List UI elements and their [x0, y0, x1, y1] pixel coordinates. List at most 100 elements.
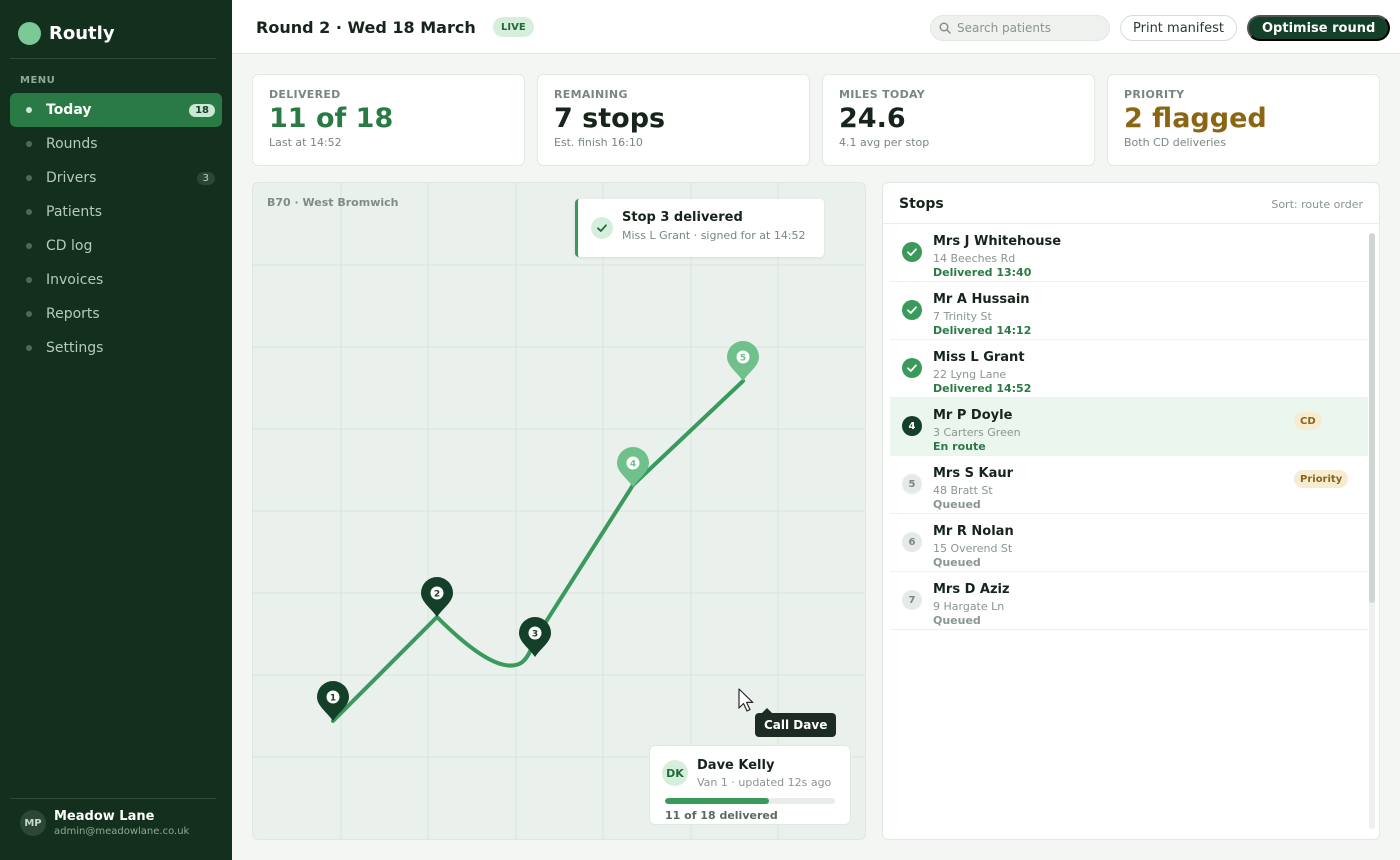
- stop-number: 5: [902, 474, 922, 494]
- stat-label: DELIVERED: [269, 88, 341, 101]
- scrollbar-thumb[interactable]: [1369, 233, 1375, 603]
- bullet-icon: [26, 209, 32, 215]
- map-pin-label: 3: [532, 630, 538, 640]
- sidebar-divider: [10, 798, 216, 799]
- stop-name: Mrs J Whitehouse: [933, 234, 1062, 249]
- map-canvas: 1 2 3 4 5: [253, 183, 865, 839]
- sort-control[interactable]: Sort: route order: [1271, 198, 1363, 211]
- brand[interactable]: Routly: [18, 22, 115, 45]
- sidebar-item-reports[interactable]: Reports: [10, 297, 222, 331]
- driver-name: Dave Kelly: [697, 758, 775, 773]
- stat-subtext: Est. finish 16:10: [554, 136, 643, 149]
- stop-name: Mr R Nolan: [933, 524, 1014, 539]
- delivery-progress-fill: [665, 798, 769, 804]
- map-pin-3: 3: [519, 617, 551, 657]
- menu-label: MENU: [20, 75, 56, 86]
- sidebar-item-drivers[interactable]: Drivers 3: [10, 161, 222, 195]
- stat-value: 11 of 18: [269, 103, 394, 134]
- stop-status: En route: [933, 440, 986, 453]
- stops-title: Stops: [899, 196, 944, 212]
- cd-tag: CD: [1294, 412, 1322, 430]
- brand-name: Routly: [49, 23, 115, 44]
- stop-status: Delivered 14:12: [933, 324, 1032, 337]
- stop-list: Mrs J Whitehouse 14 Beeches Rd Delivered…: [890, 224, 1368, 630]
- user-profile[interactable]: MP Meadow Lane admin@meadowlane.co.uk: [20, 809, 189, 837]
- search-icon: [939, 22, 951, 34]
- search-input[interactable]: [957, 21, 1097, 35]
- sidebar-item-cd-log[interactable]: CD log: [10, 229, 222, 263]
- stop-row-current[interactable]: 4 Mr P Doyle 3 Carters Green En route CD: [890, 398, 1368, 456]
- stop-address: 3 Carters Green: [933, 426, 1021, 439]
- sidebar-divider: [10, 58, 216, 59]
- stop-row[interactable]: 5 Mrs S Kaur 48 Bratt St Queued Priority: [890, 456, 1368, 514]
- delivery-progress-text: 11 of 18 delivered: [665, 809, 778, 822]
- sidebar-item-label: Reports: [46, 306, 100, 322]
- check-icon: [591, 217, 613, 239]
- stop-name: Mrs S Kaur: [933, 466, 1014, 481]
- stop-row[interactable]: Mrs J Whitehouse 14 Beeches Rd Delivered…: [890, 224, 1368, 282]
- print-manifest-button[interactable]: Print manifest: [1120, 15, 1237, 41]
- stop-row[interactable]: 7 Mrs D Aziz 9 Hargate Ln Queued: [890, 572, 1368, 630]
- sidebar-item-label: Patients: [46, 204, 103, 220]
- stop-address: 48 Bratt St: [933, 484, 993, 497]
- map-area-label: B70 · West Bromwich: [267, 196, 399, 209]
- stat-label: REMAINING: [554, 88, 628, 101]
- profile-name: Meadow Lane: [54, 809, 155, 824]
- stat-card-remaining: REMAINING 7 stops Est. finish 16:10: [537, 74, 810, 166]
- sidebar-item-label: Settings: [46, 340, 104, 356]
- check-icon: [902, 300, 922, 320]
- sidebar-nav: Today 18 Rounds Drivers 3 Patients CD lo…: [10, 93, 222, 365]
- stop-address: 9 Hargate Ln: [933, 600, 1005, 613]
- stop-name: Mr P Doyle: [933, 408, 1013, 423]
- stop-number: 6: [902, 532, 922, 552]
- driver-meta: Van 1 · updated 12s ago: [697, 776, 832, 789]
- stop-row[interactable]: Miss L Grant 22 Lyng Lane Delivered 14:5…: [890, 340, 1368, 398]
- driver-avatar: DK: [662, 760, 688, 786]
- live-badge: LIVE: [493, 17, 534, 37]
- optimise-round-button[interactable]: Optimise round: [1247, 15, 1391, 41]
- stop-row[interactable]: Mr A Hussain 7 Trinity St Delivered 14:1…: [890, 282, 1368, 340]
- stop-row[interactable]: 6 Mr R Nolan 15 Overend St Queued: [890, 514, 1368, 572]
- check-icon: [902, 242, 922, 262]
- map-grid: [253, 183, 865, 839]
- map-pin-4: 4: [617, 447, 649, 487]
- bullet-icon: [26, 243, 32, 249]
- sidebar-item-label: Rounds: [46, 136, 98, 152]
- route-map[interactable]: 1 2 3 4 5 B70 · West Bromwich Stop 3 del…: [252, 182, 866, 840]
- delivery-toast[interactable]: Stop 3 delivered Miss L Grant · signed f…: [575, 199, 824, 257]
- stat-value: 2 flagged: [1124, 103, 1267, 134]
- stops-scrollbar[interactable]: [1369, 233, 1375, 829]
- sidebar-item-rounds[interactable]: Rounds: [10, 127, 222, 161]
- stop-name: Miss L Grant: [933, 350, 1025, 365]
- bullet-icon: [26, 345, 32, 351]
- bullet-icon: [26, 141, 32, 147]
- sidebar-item-today[interactable]: Today 18: [10, 93, 222, 127]
- route-line-completed: [331, 614, 537, 723]
- sidebar-item-label: Today: [46, 102, 92, 118]
- stat-subtext: Both CD deliveries: [1124, 136, 1226, 149]
- stop-status: Queued: [933, 556, 981, 569]
- sidebar-item-label: CD log: [46, 238, 93, 254]
- bullet-icon: [26, 311, 32, 317]
- sidebar-item-patients[interactable]: Patients: [10, 195, 222, 229]
- sidebar-item-invoices[interactable]: Invoices: [10, 263, 222, 297]
- map-pin-label: 2: [434, 590, 440, 600]
- stops-header: Stops Sort: route order: [883, 183, 1379, 224]
- delivery-progress-bar: [665, 798, 835, 804]
- stat-subtext: 4.1 avg per stop: [839, 136, 930, 149]
- stop-status: Delivered 14:52: [933, 382, 1032, 395]
- stops-panel: Stops Sort: route order Mrs J Whitehouse…: [882, 182, 1380, 840]
- sidebar: Routly MENU Today 18 Rounds Drivers 3 Pa…: [0, 0, 232, 860]
- stop-address: 22 Lyng Lane: [933, 368, 1007, 381]
- stop-address: 14 Beeches Rd: [933, 252, 1016, 265]
- search-box[interactable]: [930, 15, 1110, 41]
- toast-title: Stop 3 delivered: [622, 210, 743, 225]
- avatar: MP: [20, 810, 46, 836]
- sidebar-item-settings[interactable]: Settings: [10, 331, 222, 365]
- map-pin-label: 4: [630, 460, 636, 470]
- priority-tag: Priority: [1294, 470, 1349, 488]
- stat-value: 7 stops: [554, 103, 666, 134]
- stat-card-miles: MILES TODAY 24.6 4.1 avg per stop: [822, 74, 1095, 166]
- sidebar-item-label: Drivers: [46, 170, 97, 186]
- driver-card[interactable]: DK Dave Kelly Van 1 · updated 12s ago 11…: [649, 745, 851, 825]
